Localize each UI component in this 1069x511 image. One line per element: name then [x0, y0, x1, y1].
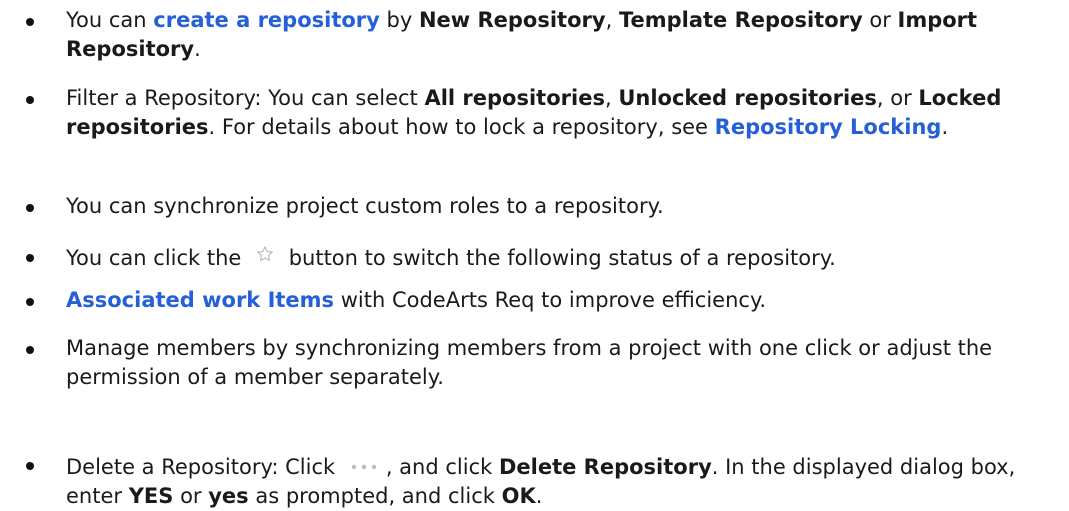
bullet-dot [26, 254, 34, 262]
bold-term: yes [208, 484, 249, 508]
bold-term: All repositories [424, 86, 605, 110]
text-run: Manage members by synchronizing members … [66, 336, 993, 389]
bold-term: YES [128, 484, 174, 508]
text-run: You can synchronize project custom roles… [66, 194, 664, 218]
text-run: Delete a Repository: Click [66, 455, 342, 479]
text-run: , and click [385, 455, 499, 479]
bold-term: Delete Repository [498, 455, 712, 479]
document-page: You can create a repository by New Repos… [0, 0, 1069, 508]
bold-term: Template Repository [618, 8, 863, 32]
text-run: with CodeArts Req to improve efficiency. [334, 288, 767, 312]
bullet-dot [26, 346, 34, 354]
text-run: button to switch the following status of… [282, 246, 836, 270]
bullet-dot [26, 298, 34, 306]
bold-term: New Repository [418, 8, 606, 32]
list-item-text: You can create a repository by New Repos… [66, 6, 1066, 64]
text-run: You can click the [66, 246, 249, 270]
bullet-dot [26, 462, 34, 470]
text-run: . [194, 37, 201, 61]
list-item: Filter a Repository: You can select All … [26, 84, 1066, 142]
list-item: You can synchronize project custom roles… [26, 192, 1066, 221]
star-icon[interactable] [254, 242, 276, 271]
doc-link[interactable]: create a repository [153, 8, 380, 32]
doc-link[interactable]: Associated work Items [66, 288, 334, 312]
text-run: . [941, 115, 949, 139]
text-run: . [535, 484, 543, 508]
list-item: You can click the button to switch the f… [26, 242, 1066, 273]
list-item: Delete a Repository: Click , and click D… [26, 450, 1066, 511]
list-item: Associated work Items with CodeArts Req … [26, 286, 1066, 315]
more-icon[interactable] [342, 450, 386, 479]
list-item-text: Manage members by synchronizing members … [66, 334, 1066, 392]
text-run: , or [876, 86, 919, 110]
bold-term: Unlocked repositories [618, 86, 877, 110]
text-run: as prompted, and click [248, 484, 502, 508]
bullet-dot [26, 18, 34, 26]
text-run: Filter a Repository: You can select [66, 86, 425, 110]
doc-link[interactable]: Repository Locking [715, 115, 942, 139]
text-run: by [379, 8, 419, 32]
list-item: Manage members by synchronizing members … [26, 334, 1066, 392]
text-run: , [605, 8, 619, 32]
text-run: . For details about how to lock a reposi… [208, 115, 715, 139]
text-run: or [862, 8, 898, 32]
list-item-text: Associated work Items with CodeArts Req … [66, 286, 1066, 315]
list-item: You can create a repository by New Repos… [26, 6, 1066, 64]
bullet-dot [26, 204, 34, 212]
list-item-text: Filter a Repository: You can select All … [66, 84, 1066, 142]
list-item-text: Delete a Repository: Click , and click D… [66, 450, 1066, 511]
bold-term: OK [501, 484, 536, 508]
list-item-text: You can synchronize project custom roles… [66, 192, 1066, 221]
bullet-dot [26, 96, 34, 104]
text-run: or [173, 484, 209, 508]
text-run: , [604, 86, 619, 110]
text-run: You can [66, 8, 154, 32]
list-item-text: You can click the button to switch the f… [66, 242, 1066, 273]
